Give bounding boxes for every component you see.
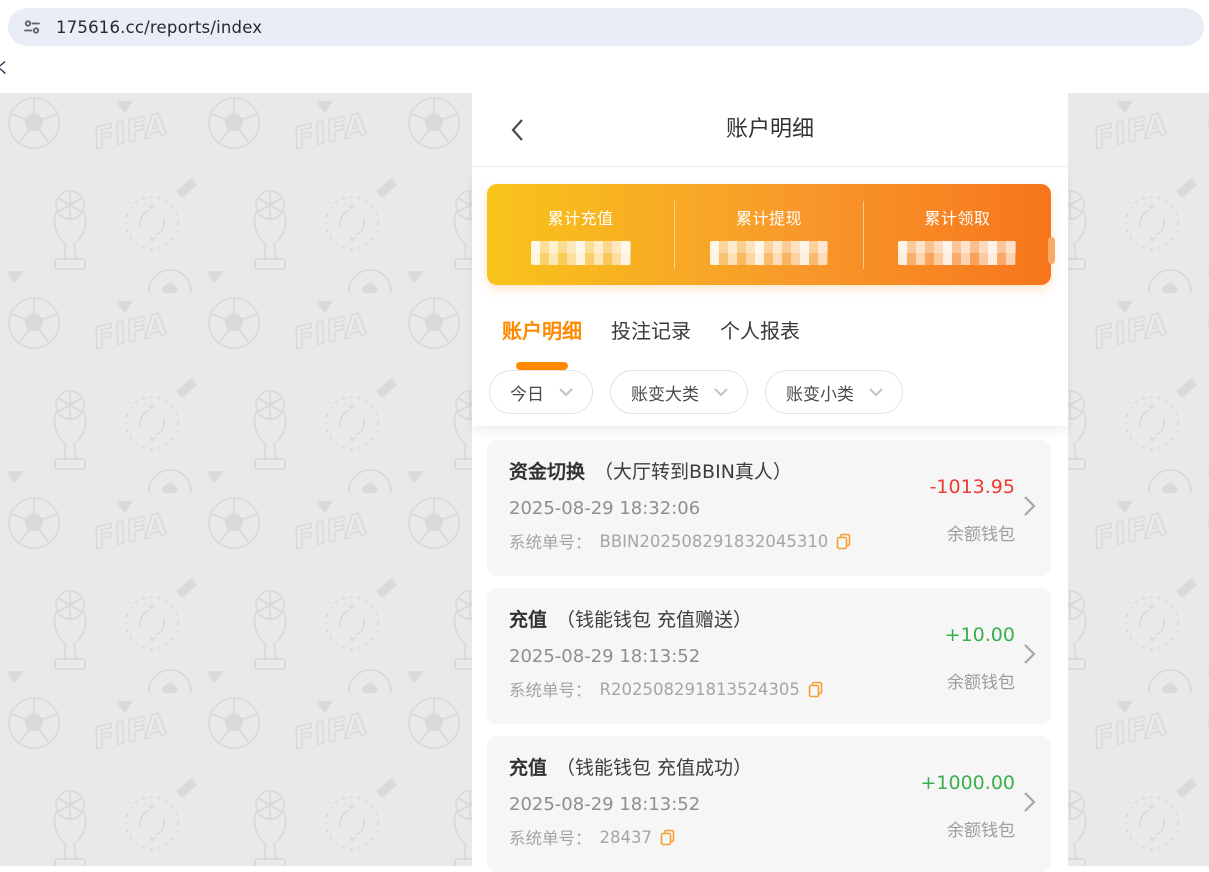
back-button[interactable] [502,115,532,145]
record-datetime: 2025-08-29 18:13:52 [509,794,1051,815]
tab-personal-report[interactable]: 个人报表 [720,315,800,370]
record-wallet: 余额钱包 [947,816,1015,841]
filter-minor-type-dropdown[interactable]: 账变小类 [765,370,903,414]
address-bar[interactable]: 175616.cc/reports/index [8,8,1204,46]
chevron-right-icon [1023,643,1036,665]
summary-total-deposit: 累计充值 [487,205,674,265]
record-wallet: 余额钱包 [947,668,1015,693]
record-subtype: （钱能钱包 充值成功） [556,753,752,780]
record-subtype: （大厅转到BBIN真人） [594,457,792,484]
tab-label: 账户明细 [502,319,582,343]
chevron-right-icon [1023,791,1036,813]
order-label: 系统单号： [509,825,592,849]
record-type: 充值 [509,753,547,780]
tab-label: 投注记录 [611,319,691,343]
record-card[interactable]: 充值 （钱能钱包 充值成功） 2025-08-29 18:13:52 系统单号：… [487,736,1051,872]
card-drag-handle[interactable] [1048,237,1055,264]
tab-label: 个人报表 [720,319,800,343]
record-wallet: 余额钱包 [947,520,1015,545]
page-header: 账户明细 [472,93,1068,167]
copy-icon[interactable] [836,533,851,550]
order-number: R202508291813524305 [600,680,800,699]
chevron-down-icon [713,387,729,397]
record-datetime: 2025-08-29 18:32:06 [509,498,1051,519]
back-chevron-icon [510,118,524,142]
masked-value [898,241,1016,265]
filter-label: 账变小类 [786,380,854,405]
page-title: 账户明细 [472,93,1068,166]
summary-total-claim: 累计领取 [864,205,1051,265]
order-label: 系统单号： [509,677,592,701]
record-subtype: （钱能钱包 充值赠送） [556,605,752,632]
site-settings-icon[interactable] [22,17,42,37]
chevron-right-icon [1023,495,1036,517]
record-datetime: 2025-08-29 18:13:52 [509,646,1051,667]
summary-label: 累计领取 [864,205,1051,229]
record-amount: +1000.00 [921,772,1016,794]
masked-value [531,241,631,265]
clipped-back-glyph: く [0,57,10,78]
copy-icon[interactable] [808,681,823,698]
filter-bar: 今日 账变大类 账变小类 [472,370,1068,414]
summary-total-withdraw: 累计提现 [675,205,862,265]
record-amount: +10.00 [945,624,1015,646]
tab-bar: 账户明细 投注记录 个人报表 [472,285,1068,370]
order-number: 28437 [600,828,653,847]
record-type: 资金切换 [509,457,585,484]
record-card[interactable]: 充值 （钱能钱包 充值赠送） 2025-08-29 18:13:52 系统单号：… [487,588,1051,724]
tab-bet-records[interactable]: 投注记录 [611,315,691,370]
chevron-down-icon [868,387,884,397]
masked-value [710,241,828,265]
order-label: 系统单号： [509,529,592,553]
summary-card: 累计充值 累计提现 累计领取 [487,184,1051,285]
order-number: BBIN202508291832045310 [600,532,829,551]
filter-date-dropdown[interactable]: 今日 [489,370,593,414]
summary-label: 累计充值 [487,205,674,229]
record-list: 资金切换 （大厅转到BBIN真人） 2025-08-29 18:32:06 系统… [472,426,1068,872]
active-tab-underline [516,362,568,370]
filter-major-type-dropdown[interactable]: 账变大类 [610,370,748,414]
filter-label: 今日 [510,380,544,405]
tab-account-detail[interactable]: 账户明细 [502,315,582,370]
account-detail-panel: 账户明细 累计充值 累计提现 累计领取 [472,93,1068,866]
record-card[interactable]: 资金切换 （大厅转到BBIN真人） 2025-08-29 18:32:06 系统… [487,440,1051,576]
url-text[interactable]: 175616.cc/reports/index [56,18,262,37]
top-section: 累计充值 累计提现 累计领取 账户明细 [472,167,1068,426]
summary-label: 累计提现 [675,205,862,229]
chevron-down-icon [558,387,574,397]
copy-icon[interactable] [660,829,675,846]
record-type: 充值 [509,605,547,632]
filter-label: 账变大类 [631,380,699,405]
browser-chrome: 175616.cc/reports/index [0,0,1209,56]
record-amount: -1013.95 [930,476,1015,498]
